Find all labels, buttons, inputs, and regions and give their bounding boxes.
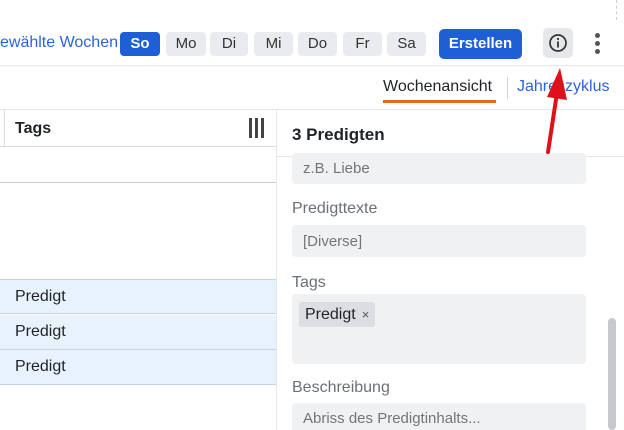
column-divider[interactable] [4,110,5,147]
table-row[interactable]: Predigt [0,315,276,350]
texts-input[interactable] [292,225,586,257]
day-toggle-friday[interactable]: Fr [343,32,382,56]
more-options-button[interactable] [590,31,606,55]
description-label: Beschreibung [292,379,390,396]
day-toggle-monday[interactable]: Mo [166,32,206,56]
info-button[interactable] [543,28,573,58]
description-input[interactable] [292,403,586,430]
table-header: Tags [0,110,276,147]
info-circle-icon [549,34,567,52]
detail-panel: 3 Predigten Predigttexte Tags Predigt × B… [276,110,624,430]
tab-divider [507,77,508,99]
table-cell-tags: Predigt [15,288,66,305]
tags-input[interactable]: Predigt × [292,294,586,364]
panel-scrollbar[interactable] [608,318,616,430]
day-toggle-wednesday[interactable]: Mi [254,32,293,56]
tag-chip: Predigt × [299,302,376,327]
day-toggle-tuesday[interactable]: Di [210,32,248,56]
day-toggle-saturday[interactable]: Sa [387,32,426,56]
top-toolbar: ewählte Wochen So Mo Di Mi Do Fr Sa Erst… [0,0,624,66]
close-icon[interactable]: × [362,307,370,322]
table-cell-tags: Predigt [15,358,66,375]
table-filter-row [0,147,276,183]
view-switch: Wochenansicht Jahreszyklus [0,66,624,110]
day-toggle-thursday[interactable]: Do [298,32,337,56]
active-tab-indicator [383,100,496,103]
texts-label: Predigttexte [292,200,378,217]
tab-year-cycle[interactable]: Jahreszyklus [517,78,609,96]
day-toggle-sunday[interactable]: So [120,32,160,56]
table-cell-tags: Predigt [15,323,66,340]
tag-chip-label: Predigt [305,306,356,323]
tab-week-view[interactable]: Wochenansicht [383,78,492,96]
table-row[interactable]: Predigt [0,350,276,385]
columns-icon[interactable] [247,118,267,138]
window-edge [616,0,617,20]
table-row[interactable]: Predigt [0,279,276,314]
vertical-dots-icon [595,33,600,38]
panel-title: 3 Predigten [292,125,385,144]
column-header-tags[interactable]: Tags [15,120,51,138]
create-button[interactable]: Erstellen [439,29,522,59]
tags-label: Tags [292,274,326,291]
theme-input[interactable] [292,153,586,184]
sermon-table: Tags Predigt Predigt Predigt [0,110,276,430]
selected-weeks-link[interactable]: ewählte Wochen [0,34,118,52]
